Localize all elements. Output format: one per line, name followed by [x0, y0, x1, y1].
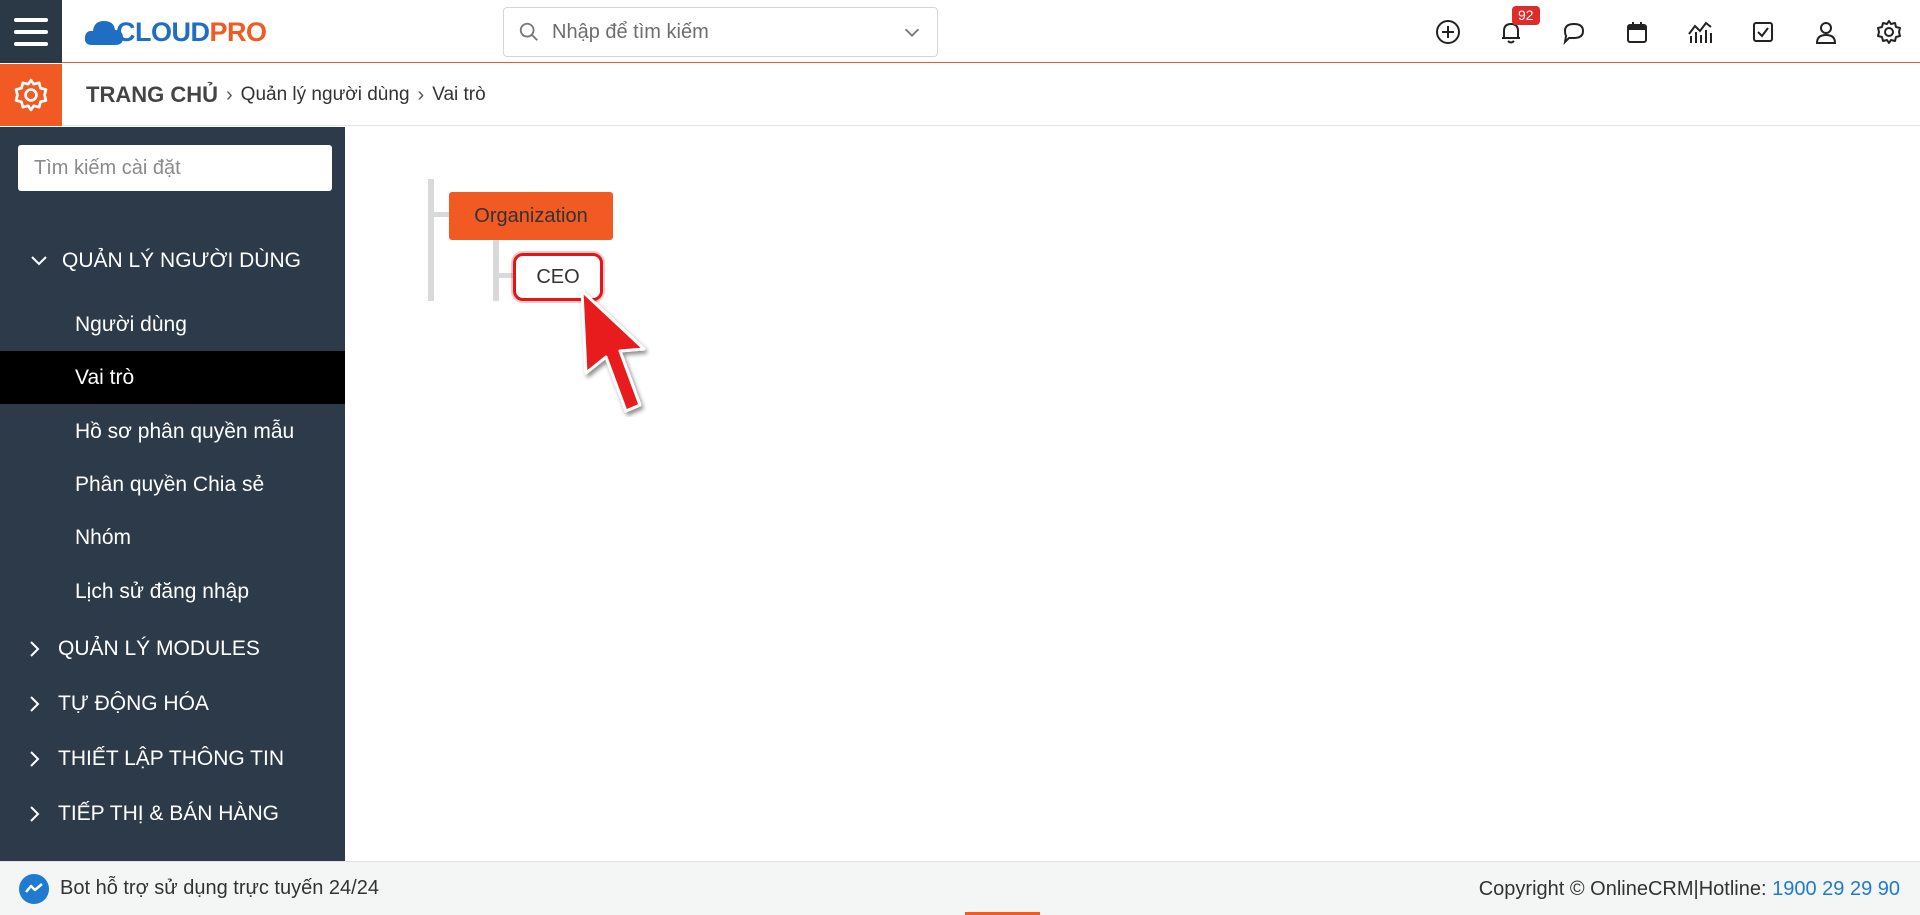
messenger-icon[interactable]	[18, 873, 50, 905]
user-icon[interactable]	[1794, 16, 1857, 48]
logo-text: CLOUDPRO	[116, 16, 267, 47]
bell-icon[interactable]: 92	[1479, 6, 1542, 48]
search-icon	[519, 22, 538, 41]
breadcrumb: TRANG CHỦ › Quản lý người dùng › Vai trò	[86, 82, 486, 108]
sidebar-item-sharing[interactable]: Phân quyền Chia sẻ	[0, 458, 345, 511]
search-placeholder: Nhập để tìm kiếm	[552, 20, 709, 43]
chevron-down-icon	[31, 256, 47, 266]
breadcrumb-roles: Vai trò	[432, 84, 486, 105]
section-title: TIẾP THỊ & BÁN HÀNG	[58, 802, 279, 825]
settings-gear-icon[interactable]	[0, 64, 62, 126]
section-info-setup[interactable]: THIẾT LẬP THÔNG TIN	[0, 734, 345, 784]
chevron-right-icon	[30, 751, 40, 767]
roles-tree-panel: Organization CEO	[345, 127, 1920, 861]
section-automation[interactable]: TỰ ĐỘNG HÓA	[0, 679, 345, 729]
add-circle-icon[interactable]	[1416, 16, 1479, 48]
chart-icon[interactable]	[1668, 16, 1731, 48]
notification-badge: 92	[1512, 6, 1540, 25]
section-title: TỰ ĐỘNG HÓA	[58, 692, 209, 715]
breadcrumb-bar: TRANG CHỦ › Quản lý người dùng › Vai trò	[0, 64, 1920, 126]
header-icon-bar: 92	[1416, 6, 1920, 48]
settings-search-input[interactable]	[18, 145, 332, 191]
calendar-icon[interactable]	[1605, 16, 1668, 48]
chevron-right-icon	[30, 641, 40, 657]
tree-connector	[493, 240, 499, 301]
bot-support-text[interactable]: Bot hỗ trợ sử dụng trực tuyến 24/24	[60, 877, 379, 900]
sidebar-item-roles[interactable]: Vai trò	[0, 351, 345, 404]
breadcrumb-home[interactable]: TRANG CHỦ	[86, 82, 218, 108]
breadcrumb-user-management[interactable]: Quản lý người dùng	[241, 84, 410, 106]
chevron-right-icon: ›	[417, 83, 425, 106]
chevron-right-icon	[30, 806, 40, 822]
settings-sidebar: QUẢN LÝ NGƯỜI DÙNG Người dùng Vai trò Hồ…	[0, 127, 345, 861]
chevron-right-icon: ›	[226, 83, 233, 106]
sidebar-item-users[interactable]: Người dùng	[0, 298, 345, 351]
copyright: Copyright © OnlineCRM|Hotline: 1900 29 2…	[1479, 878, 1900, 901]
section-title: THIẾT LẬP THÔNG TIN	[58, 747, 284, 770]
hotline-link[interactable]: 1900 29 29 90	[1772, 878, 1900, 900]
chevron-down-icon[interactable]	[901, 21, 923, 43]
copyright-text: Copyright © OnlineCRM|Hotline:	[1478, 878, 1773, 900]
section-modules[interactable]: QUẢN LÝ MODULES	[0, 624, 345, 674]
section-title: QUẢN LÝ MODULES	[58, 637, 260, 660]
pointer-arrow-icon	[580, 289, 646, 413]
sidebar-item-profiles[interactable]: Hồ sơ phân quyền mẫu	[0, 405, 345, 458]
footer: Bot hỗ trợ sử dụng trực tuyến 24/24 Copy…	[0, 861, 1920, 915]
chevron-right-icon	[30, 696, 40, 712]
chat-icon[interactable]	[1542, 16, 1605, 48]
gear-icon[interactable]	[1857, 16, 1920, 48]
task-check-icon[interactable]	[1731, 16, 1794, 48]
tree-connector	[428, 179, 434, 301]
sidebar-item-login-history[interactable]: Lịch sử đăng nhập	[0, 565, 345, 618]
section-marketing-sales[interactable]: TIẾP THỊ & BÁN HÀNG	[0, 789, 345, 839]
role-node-organization[interactable]: Organization	[449, 192, 613, 240]
hamburger-menu-icon[interactable]	[0, 0, 62, 63]
section-user-management[interactable]: QUẢN LÝ NGƯỜI DÙNG	[0, 236, 345, 286]
global-search-input[interactable]: Nhập để tìm kiếm	[503, 7, 938, 57]
cloudpro-logo[interactable]: CLOUDPRO	[84, 12, 267, 52]
top-bar: CLOUDPRO Nhập để tìm kiếm 92	[0, 0, 1920, 63]
section-title: QUẢN LÝ NGƯỜI DÙNG	[62, 249, 301, 272]
sidebar-item-groups[interactable]: Nhóm	[0, 511, 345, 564]
